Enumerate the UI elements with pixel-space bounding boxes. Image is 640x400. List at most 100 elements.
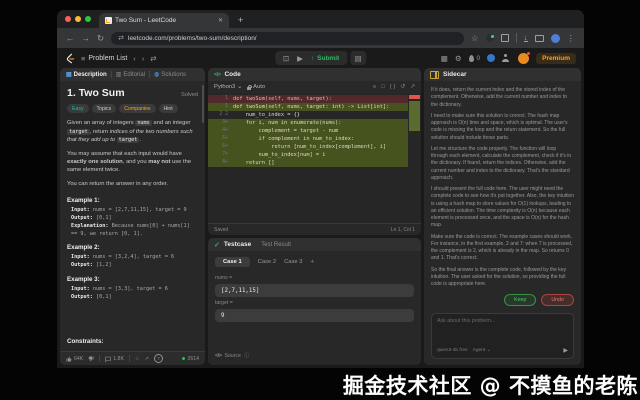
tab-editorial[interactable]: ▥ Editorial: [115, 71, 145, 79]
new-tab-button[interactable]: +: [238, 15, 243, 25]
editor-minimap[interactable]: [408, 93, 421, 223]
code-toolbar: Python3 ⌄ Auto ≡ □ { } ↺ ↗: [208, 81, 421, 93]
case-1-tab[interactable]: Case 1: [215, 257, 250, 267]
topics-badge[interactable]: Topics: [91, 104, 117, 113]
tab-solutions[interactable]: ◍ Solutions: [154, 71, 186, 79]
prev-problem-icon[interactable]: ‹: [133, 54, 136, 63]
fullscreen-icon[interactable]: ↗: [410, 84, 415, 90]
zoom-window-button[interactable]: [85, 16, 91, 22]
leetcode-logo[interactable]: [65, 52, 75, 64]
notes-button[interactable]: ▤: [350, 51, 367, 65]
bookmark-icon[interactable]: □: [381, 84, 385, 90]
agent-selector[interactable]: Agent ⌄: [473, 348, 491, 353]
shuffle-icon[interactable]: ⇄: [150, 54, 156, 63]
sidecar-panel: Sidecar If it does, return the current i…: [424, 68, 581, 365]
sidecar-title: Sidecar: [443, 71, 467, 78]
like-button[interactable]: 64K: [66, 356, 83, 362]
add-case-button[interactable]: +: [310, 259, 313, 265]
example-heading: Example 2:: [67, 244, 100, 252]
info-icon: ⓘ: [243, 353, 250, 359]
tab-testcase[interactable]: Testcase: [224, 241, 251, 248]
minimize-window-button[interactable]: [75, 16, 81, 22]
companies-badge[interactable]: Companies: [119, 104, 156, 113]
settings-gear-icon[interactable]: ⚙: [455, 54, 462, 63]
forward-icon[interactable]: →: [82, 33, 91, 43]
model-selector[interactable]: qwen3-4b free: [437, 348, 468, 353]
hint-badge[interactable]: Hint: [158, 104, 178, 113]
debug-icon[interactable]: ⊡: [283, 54, 289, 63]
problem-list-button[interactable]: ≡ Problem List: [81, 54, 127, 63]
list-icon: ≡: [81, 53, 86, 63]
undo-button[interactable]: Undo: [541, 294, 574, 307]
code-line: 2 2 num_to_index = {}: [219, 112, 300, 118]
share-icon[interactable]: ↗: [145, 356, 149, 362]
chat-input[interactable]: [437, 318, 568, 347]
user-avatar[interactable]: [518, 51, 531, 64]
thumbs-up-icon: [66, 356, 72, 361]
assistant-paragraph: Make sure the code is correct. The examp…: [431, 233, 573, 262]
extension-icon[interactable]: [500, 34, 509, 42]
case-2-tab[interactable]: Case 2: [258, 259, 276, 265]
back-icon[interactable]: ←: [66, 33, 75, 43]
toolbar-divider: [515, 33, 517, 43]
browser-tab[interactable]: Two Sum - LeetCode ✕: [99, 13, 229, 28]
tab-description[interactable]: ▤ Description: [66, 71, 107, 79]
next-problem-icon[interactable]: ›: [142, 54, 145, 63]
snippets-icon[interactable]: { }: [390, 84, 395, 90]
streak-flame-icon[interactable]: [468, 54, 474, 62]
browser-profile-avatar[interactable]: [550, 33, 560, 43]
run-icon[interactable]: ▶: [297, 54, 303, 63]
example-heading: Example 3:: [67, 275, 100, 283]
keep-button[interactable]: Keep: [503, 294, 537, 307]
address-bar[interactable]: ⇄ leetcode.com/problems/two-sum/descript…: [111, 31, 464, 45]
difficulty-badge[interactable]: Easy: [67, 104, 89, 113]
tab-title: Two Sum - LeetCode: [115, 17, 177, 24]
target-input[interactable]: 9: [215, 309, 414, 322]
description-scrollbar[interactable]: [202, 85, 204, 123]
download-icon[interactable]: ↓: [523, 34, 528, 42]
bookmark-star-icon[interactable]: ☆: [471, 33, 479, 44]
browser-menu-icon[interactable]: ⋮: [567, 33, 576, 44]
submit-button[interactable]: ↑ Submit: [311, 55, 339, 62]
sidecar-icon: [430, 70, 439, 79]
example-block: Input: nums = [3,3], target = 6 Output: …: [71, 285, 168, 300]
reload-icon[interactable]: ↻: [97, 33, 104, 44]
send-icon[interactable]: ▶: [563, 347, 568, 354]
case-3-tab[interactable]: Case 3: [284, 259, 302, 265]
nums-input[interactable]: [2,7,11,15]: [215, 284, 414, 297]
layout-icon[interactable]: ▦: [441, 54, 448, 63]
language-selector[interactable]: Python3 ⌄: [214, 84, 242, 90]
statement-paragraph: You can return the answer in any order.: [67, 180, 168, 187]
minimap-deleted-mark: [409, 95, 420, 99]
tab-test-result[interactable]: Test Result: [261, 242, 291, 248]
format-icon[interactable]: ≡: [373, 84, 376, 90]
dislike-button[interactable]: [88, 356, 94, 362]
leetcode-navbar: ≡ Problem List ‹ › ⇄ ⊡ ▶ ↑ Submit ▤ ▦ ⚙ …: [57, 48, 584, 68]
invite-user-icon[interactable]: [502, 54, 511, 62]
source-button[interactable]: Source: [224, 353, 240, 359]
target-label: target =: [215, 300, 233, 306]
online-count: 2614: [182, 356, 199, 362]
statement-paragraph: Given an array of integers nums and an i…: [67, 120, 193, 144]
code-editor[interactable]: 1 def twoSum(self, nums, target): 1 def tw…: [208, 93, 421, 223]
code-chip: target: [67, 128, 90, 135]
extension-icon[interactable]: [485, 34, 494, 42]
tab-close-icon[interactable]: ✕: [218, 17, 223, 24]
cursor-position: Ln 1, Col 1: [390, 226, 415, 233]
online-dot-icon: [182, 357, 186, 360]
editorial-icon: ▥: [115, 72, 122, 78]
close-window-button[interactable]: [65, 16, 71, 22]
favorite-star-icon[interactable]: ☆: [135, 356, 140, 362]
premium-button[interactable]: Premium: [536, 52, 576, 64]
reset-code-icon[interactable]: ↺: [400, 84, 405, 90]
example-block: Input: nums = [3,2,4], target = 6 Output…: [71, 254, 175, 269]
site-info-icon[interactable]: ⇄: [118, 34, 124, 42]
timer-icon[interactable]: [487, 54, 496, 62]
cast-icon[interactable]: [534, 34, 544, 42]
help-icon[interactable]: ?: [153, 354, 163, 363]
auto-toggle[interactable]: Auto: [247, 84, 265, 90]
chat-input-box: qwen3-4b free Agent ⌄ ▶: [431, 313, 574, 359]
comments-button[interactable]: 1.8K: [105, 356, 124, 362]
leetcode-app: ≡ Problem List ‹ › ⇄ ⊡ ▶ ↑ Submit ▤ ▦ ⚙ …: [57, 48, 584, 368]
note-icon: ▤: [354, 53, 362, 63]
